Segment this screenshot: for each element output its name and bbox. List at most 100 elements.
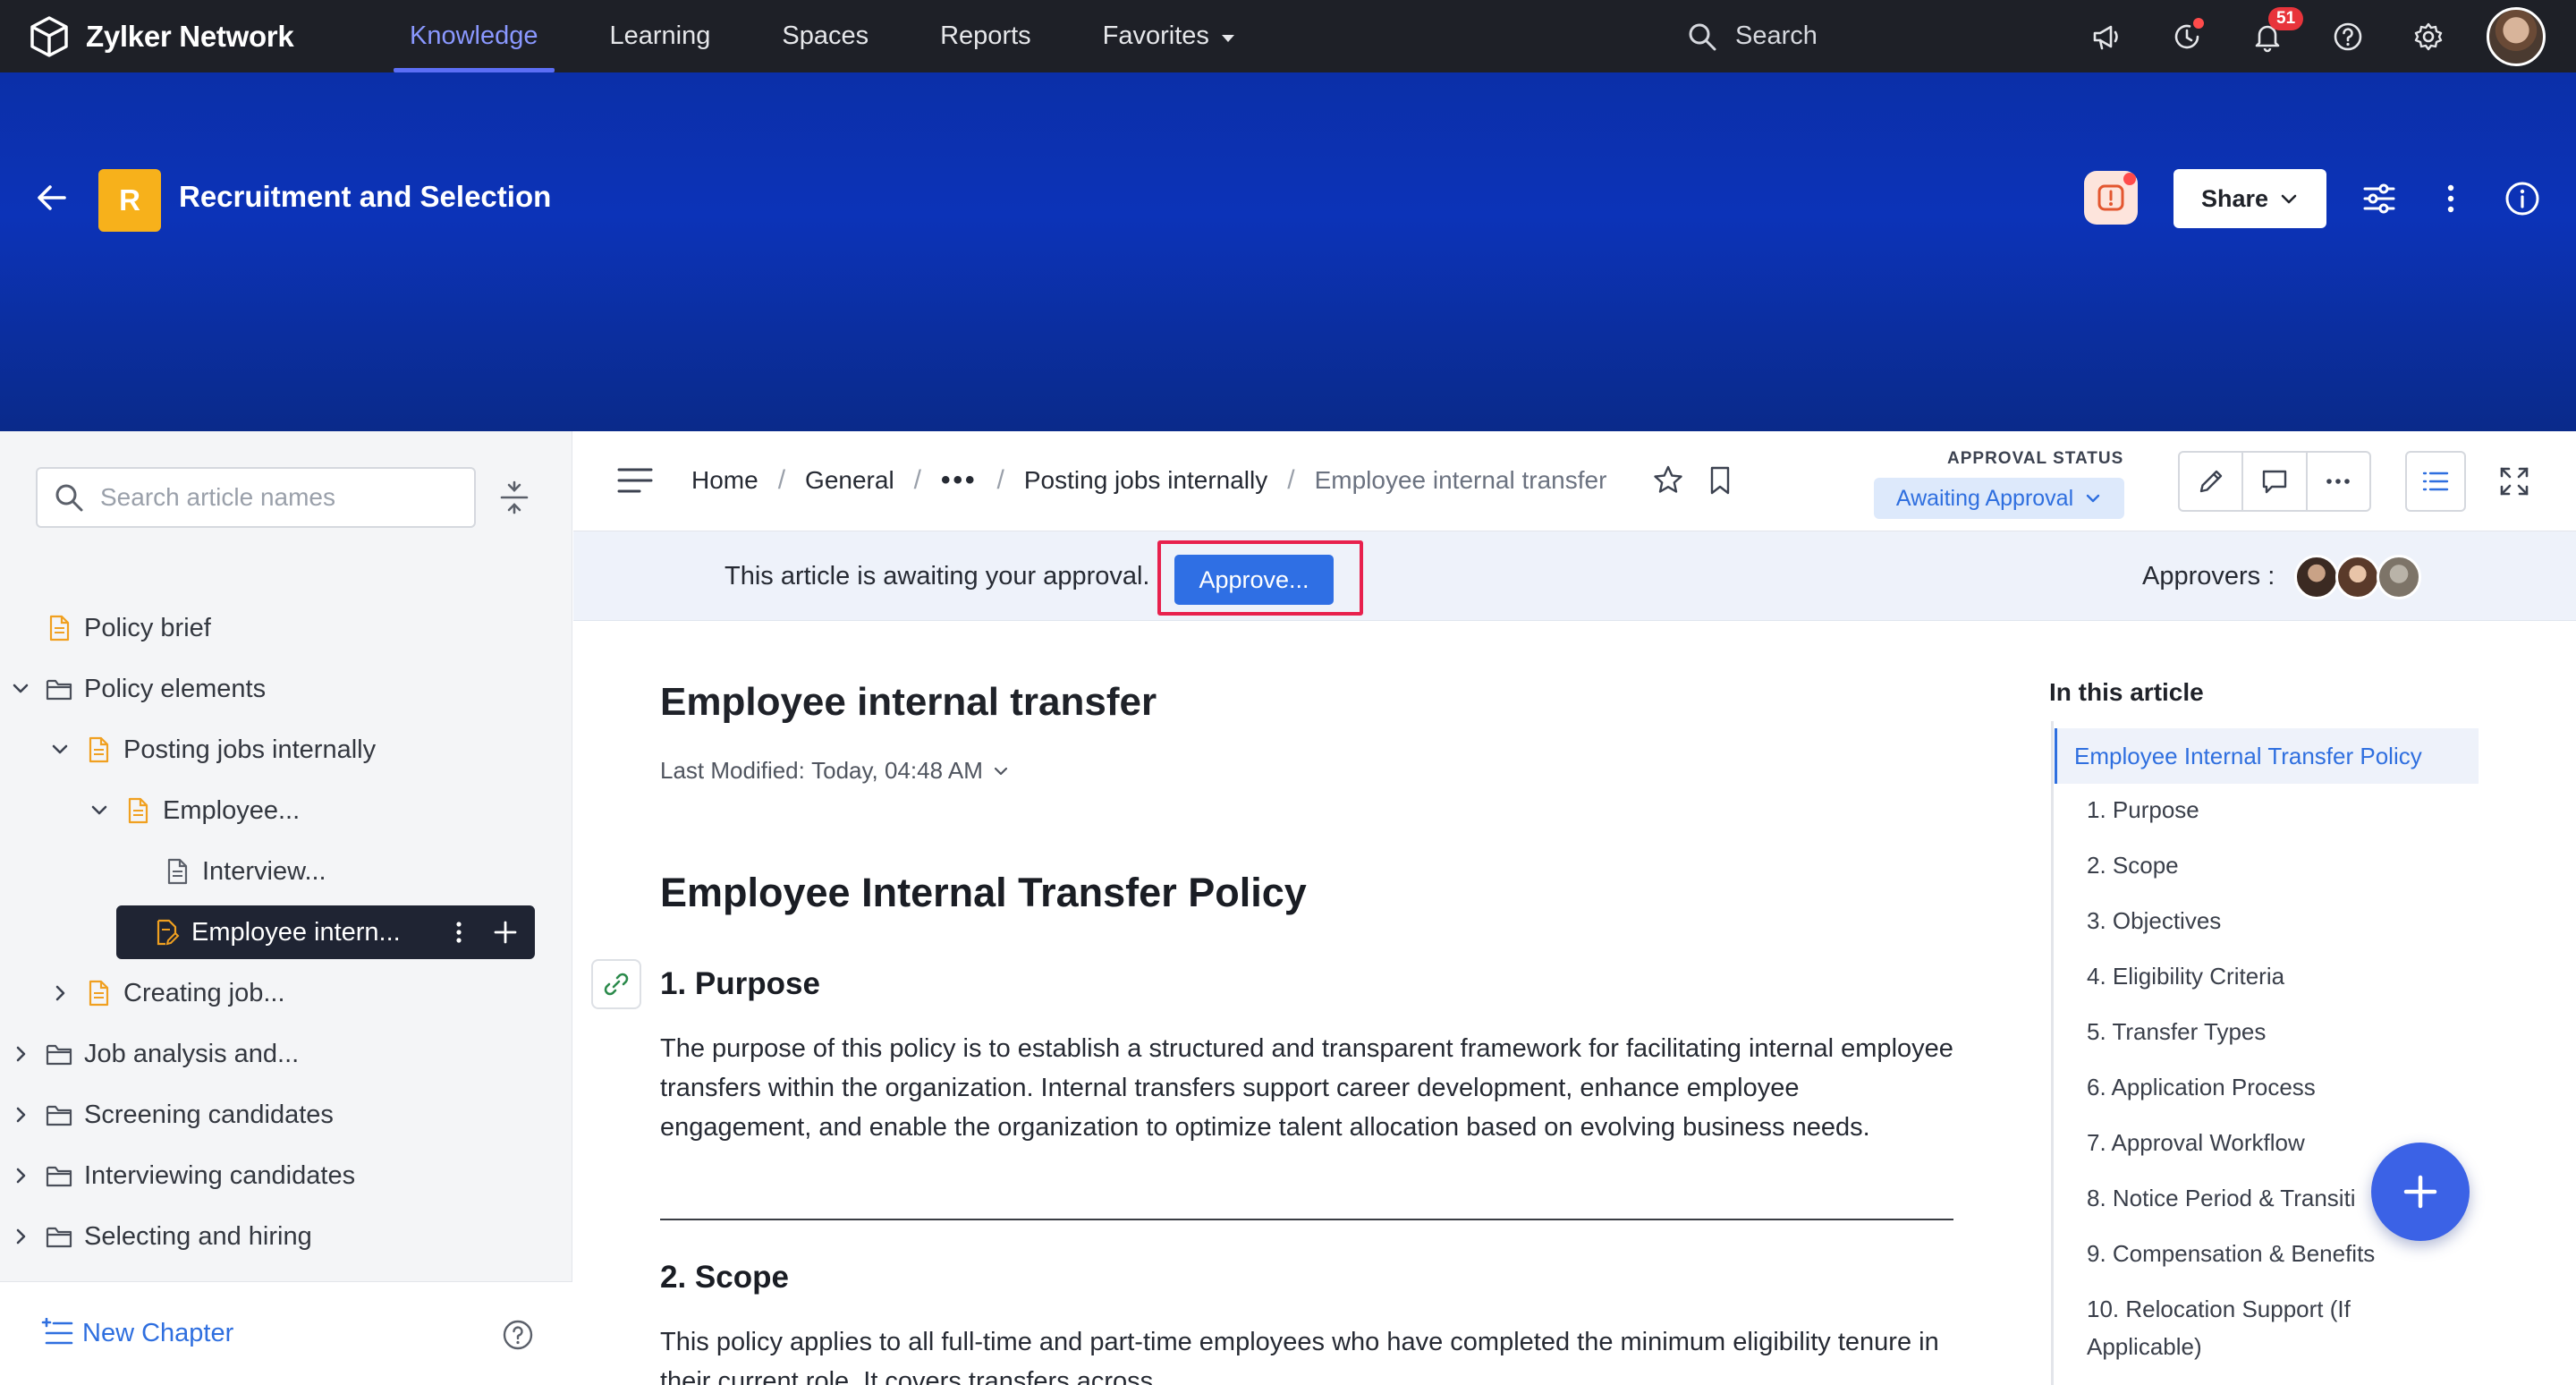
- chevron-down-icon[interactable]: [9, 677, 32, 701]
- more-options-button[interactable]: [2308, 453, 2369, 510]
- article-icon: [167, 858, 188, 885]
- toc-item[interactable]: Employee Internal Transfer Policy: [2055, 728, 2479, 784]
- approver-avatar[interactable]: [2335, 555, 2380, 599]
- add-floating-button[interactable]: [2371, 1143, 2470, 1241]
- tab-reports-label: Reports: [940, 21, 1031, 50]
- announcement-button[interactable]: [2084, 14, 2129, 59]
- toc-item[interactable]: 10. Relocation Support (If Applicable): [2087, 1290, 2391, 1365]
- sidebar-tree-item[interactable]: Selecting and hiring: [9, 1210, 312, 1263]
- breadcrumb-more[interactable]: •••: [941, 465, 978, 496]
- sliders-icon[interactable]: [2360, 179, 2399, 218]
- share-button[interactable]: Share: [2174, 169, 2326, 228]
- reminder-dot: [2193, 17, 2204, 29]
- brand[interactable]: Zylker Network: [27, 14, 385, 59]
- approve-button[interactable]: Approve...: [1174, 555, 1334, 605]
- sidebar-tree-item[interactable]: Posting jobs internally: [48, 723, 376, 777]
- article-content-area: Home / General / ••• / Posting jobs inte…: [573, 431, 2576, 1385]
- approvers-label: Approvers :: [2142, 562, 2275, 591]
- reminders-button[interactable]: [2165, 14, 2209, 59]
- sidebar-tree-item[interactable]: Policy brief: [9, 601, 211, 655]
- pending-approval-button[interactable]: [2084, 171, 2138, 225]
- sidebar-tree-item-label: Job analysis and...: [84, 1039, 300, 1068]
- section-text-purpose: The purpose of this policy is to establi…: [660, 1034, 1953, 1142]
- breadcrumb-home[interactable]: Home: [691, 466, 758, 495]
- search-icon: [1689, 23, 1716, 50]
- more-vertical-icon[interactable]: [2431, 179, 2470, 218]
- sidebar-footer: New Chapter: [0, 1281, 572, 1385]
- top-navigation-bar: Zylker Network Knowledge Learning Spaces…: [0, 0, 2576, 72]
- copy-section-link-button[interactable]: [591, 959, 641, 1009]
- tab-knowledge[interactable]: Knowledge: [394, 0, 555, 72]
- info-icon[interactable]: [2503, 179, 2542, 218]
- top-icon-group: 51: [2084, 0, 2546, 72]
- toc-item[interactable]: 3. Objectives: [2087, 902, 2427, 939]
- toc-item[interactable]: 5. Transfer Types: [2087, 1013, 2427, 1050]
- approver-avatar[interactable]: [2294, 555, 2339, 599]
- comments-button[interactable]: [2243, 453, 2308, 510]
- folder-icon: [46, 679, 72, 701]
- tab-favorites[interactable]: Favorites: [1087, 0, 1250, 72]
- toc-item[interactable]: 6. Application Process: [2087, 1068, 2427, 1106]
- new-chapter-button[interactable]: New Chapter: [39, 1318, 233, 1348]
- chevron-right-icon[interactable]: [9, 1164, 32, 1187]
- help-icon[interactable]: [501, 1318, 535, 1352]
- last-modified-value: Today, 04:48 AM: [811, 757, 983, 784]
- menu-lines-icon[interactable]: [616, 465, 654, 496]
- sidebar-tree-item[interactable]: Interview...: [127, 845, 326, 898]
- space-title: Recruitment and Selection: [179, 180, 552, 213]
- chevron-down-icon[interactable]: [88, 799, 111, 822]
- breadcrumb-posting-jobs[interactable]: Posting jobs internally: [1024, 466, 1267, 495]
- sidebar-tree-item-label: Policy elements: [84, 674, 267, 703]
- chevron-down-icon[interactable]: [48, 738, 72, 761]
- sidebar-tree-item[interactable]: Creating job...: [48, 966, 285, 1020]
- sidebar-tree-item[interactable]: Interviewing candidates: [9, 1149, 355, 1202]
- tab-reports[interactable]: Reports: [924, 0, 1047, 72]
- article-tool-group: [2178, 451, 2371, 512]
- global-search[interactable]: Search: [1687, 0, 1818, 72]
- chevron-right-icon[interactable]: [9, 1103, 32, 1126]
- bookmark-icon[interactable]: [1704, 464, 1736, 497]
- approver-avatar[interactable]: [2377, 555, 2421, 599]
- toc-item[interactable]: 4. Eligibility Criteria: [2087, 957, 2427, 995]
- more-vertical-icon[interactable]: [445, 919, 472, 946]
- chevron-right-icon[interactable]: [9, 1225, 32, 1248]
- tab-spaces[interactable]: Spaces: [766, 0, 885, 72]
- approval-status-value: Awaiting Approval: [1895, 485, 2074, 511]
- table-of-contents-toggle[interactable]: [2405, 451, 2466, 512]
- chevron-right-icon[interactable]: [9, 1042, 32, 1066]
- star-icon[interactable]: [1652, 464, 1684, 497]
- breadcrumb-current: Employee internal transfer: [1314, 466, 1607, 494]
- breadcrumb-general[interactable]: General: [805, 466, 894, 495]
- last-modified[interactable]: Last Modified: Today, 04:48 AM: [660, 757, 1010, 785]
- plus-icon[interactable]: [492, 919, 519, 946]
- toc-item[interactable]: 1. Purpose: [2087, 791, 2427, 828]
- tree-item-actions: [426, 919, 519, 946]
- help-button[interactable]: [2326, 14, 2370, 59]
- tab-learning[interactable]: Learning: [594, 0, 727, 72]
- fullscreen-icon[interactable]: [2498, 465, 2530, 497]
- toc-item[interactable]: 7. Approval Workflow: [2087, 1124, 2427, 1161]
- sidebar-tree-item[interactable]: Employee...: [88, 784, 300, 837]
- user-avatar[interactable]: [2487, 6, 2546, 66]
- approval-status-dropdown[interactable]: Awaiting Approval: [1874, 478, 2124, 519]
- settings-button[interactable]: [2406, 14, 2451, 59]
- sidebar-tree-item[interactable]: Employee intern...: [116, 905, 535, 959]
- back-arrow-icon[interactable]: [34, 180, 70, 216]
- collapse-tree-icon[interactable]: [497, 480, 531, 514]
- edit-button[interactable]: [2180, 453, 2244, 510]
- article-icon: [49, 615, 70, 642]
- article-header-bar: Home / General / ••• / Posting jobs inte…: [573, 431, 2576, 531]
- sidebar-tree-item[interactable]: Screening candidates: [9, 1088, 334, 1142]
- toc-item[interactable]: 2. Scope: [2087, 846, 2427, 884]
- article-search-input[interactable]: [100, 483, 458, 512]
- toc-item[interactable]: 9. Compensation & Benefits: [2087, 1235, 2427, 1272]
- global-search-label: Search: [1735, 21, 1818, 50]
- breadcrumb-separator: /: [1287, 465, 1295, 495]
- sidebar-tree-item[interactable]: Job analysis and...: [9, 1027, 299, 1081]
- toc-track: [2051, 721, 2054, 1385]
- sidebar-tree-item[interactable]: Policy elements: [9, 662, 266, 716]
- tab-favorites-label: Favorites: [1102, 21, 1209, 50]
- notifications-button[interactable]: 51: [2245, 6, 2304, 59]
- chevron-right-icon[interactable]: [48, 981, 72, 1005]
- article-body: Employee internal transfer Last Modified…: [573, 621, 2040, 1385]
